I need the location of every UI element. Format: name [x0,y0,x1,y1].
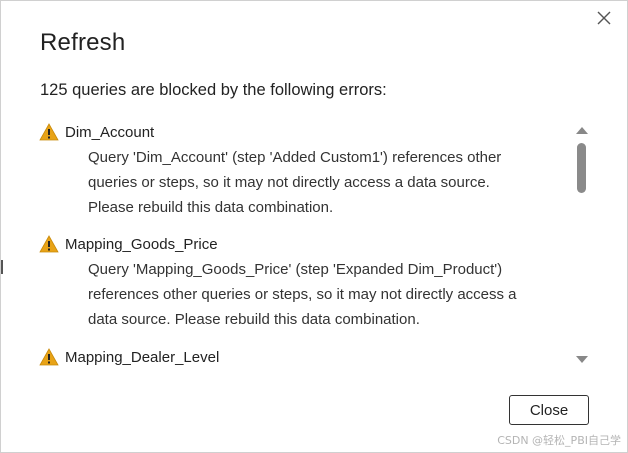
window-edge-mark [1,260,3,274]
close-button[interactable]: Close [509,395,589,425]
warning-icon [39,123,59,141]
dialog-title: Refresh [40,29,126,56]
watermark: CSDN @轻松_PBI自己学 [497,434,621,447]
error-item: Mapping_Goods_Price Query 'Mapping_Goods… [39,233,569,332]
error-query-name: Dim_Account [65,123,155,141]
error-header: Mapping_Dealer_Level [39,346,569,368]
error-header: Mapping_Goods_Price [39,233,569,255]
error-item: Dim_Account Query 'Dim_Account' (step 'A… [39,121,569,220]
blocked-summary: 125 queries are blocked by the following… [40,81,387,99]
scroll-thumb[interactable] [577,143,586,193]
error-item: Mapping_Dealer_Level [39,346,569,368]
error-message-line: references other queries or steps, so it… [88,286,517,303]
error-list[interactable]: Dim_Account Query 'Dim_Account' (step 'A… [39,119,595,371]
vertical-scrollbar[interactable] [574,125,590,365]
error-message-line: Please rebuild this data combination. [88,199,334,216]
error-header: Dim_Account [39,121,569,143]
error-message-line: Query 'Dim_Account' (step 'Added Custom1… [88,149,502,166]
scroll-down-arrow-icon[interactable] [576,356,588,363]
error-message: Query 'Mapping_Goods_Price' (step 'Expan… [88,257,558,332]
close-icon[interactable] [595,9,613,27]
warning-icon [39,235,59,253]
error-message-line: data source. Please rebuild this data co… [88,311,420,328]
error-query-name: Mapping_Goods_Price [65,235,218,253]
error-message-line: Query 'Mapping_Goods_Price' (step 'Expan… [88,261,503,278]
error-query-name: Mapping_Dealer_Level [65,348,220,366]
error-message-line: queries or steps, so it may not directly… [88,174,490,191]
warning-icon [39,348,59,366]
refresh-dialog: Refresh 125 queries are blocked by the f… [0,0,628,453]
scroll-up-arrow-icon[interactable] [576,127,588,134]
error-message: Query 'Dim_Account' (step 'Added Custom1… [88,145,558,220]
